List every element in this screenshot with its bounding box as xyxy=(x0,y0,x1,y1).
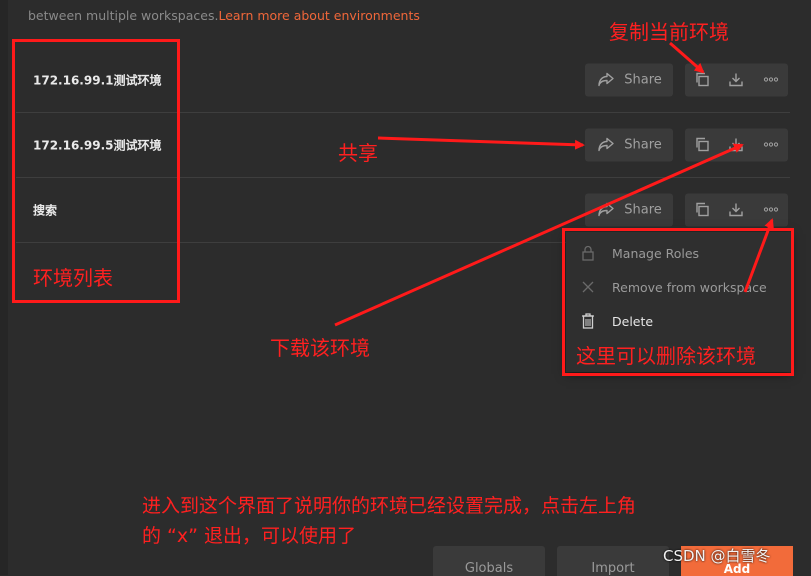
annotation-download: 下载该环境 xyxy=(270,336,370,360)
annotation-delete: 这里可以删除该环境 xyxy=(576,344,756,368)
watermark: CSDN @白雪冬 xyxy=(663,547,771,565)
annotation-note-line2: 的 “x” 退出，可以使用了 xyxy=(142,525,357,547)
annotation-list: 环境列表 xyxy=(33,266,113,290)
annotation-arrows xyxy=(334,41,774,327)
arrow-to-more-options xyxy=(743,218,774,293)
annotation-share: 共享 xyxy=(338,141,378,165)
arrow-to-duplicate xyxy=(669,41,705,74)
arrow-to-share xyxy=(377,136,585,150)
annotation-copy: 复制当前环境 xyxy=(609,20,729,44)
annotation-note-line1: 进入到这个界面了说明你的环境已经设置完成，点击左上角 xyxy=(142,495,637,517)
arrow-to-download xyxy=(334,143,744,327)
